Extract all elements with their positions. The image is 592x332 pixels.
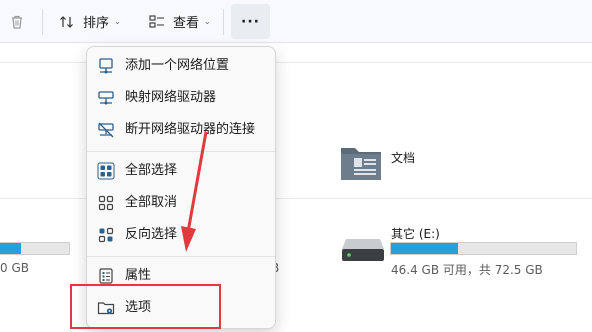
menu-item-label: 属性	[125, 268, 152, 283]
command-bar: 排序 ⌄ 查看 ⌄ ···	[0, 0, 592, 43]
documents-folder-label: 文档	[391, 151, 416, 165]
menu-item-label: 全部选择	[125, 163, 178, 178]
toolbar-divider	[223, 9, 224, 35]
documents-folder-icon	[341, 148, 381, 180]
invert-selection-icon	[98, 227, 114, 243]
menu-item-invert-selection[interactable]: 反向选择	[91, 220, 273, 250]
toolbar-divider	[42, 9, 43, 35]
drive-usage-fill	[0, 243, 22, 254]
view-list-icon	[149, 14, 164, 28]
menu-item-select-all[interactable]: 全部选择	[91, 156, 273, 186]
drive-size-text: 0 GB	[0, 261, 29, 275]
more-ellipsis-icon: ···	[241, 13, 260, 30]
drive-e-usage-bar	[390, 242, 577, 255]
menu-separator	[87, 151, 275, 152]
menu-item-select-none[interactable]: 全部取消	[91, 188, 273, 218]
menu-item-label: 断开网络驱动器的连接	[125, 122, 256, 137]
menu-item-label: 反向选择	[125, 227, 178, 242]
trash-icon	[12, 15, 22, 29]
properties-icon	[99, 268, 113, 284]
menu-separator	[87, 256, 275, 257]
disconnect-network-drive-icon	[98, 122, 114, 138]
menu-item-map-network-drive[interactable]: 映射网络驱动器	[91, 83, 273, 113]
menu-item-label: 映射网络驱动器	[125, 90, 217, 105]
view-label: 查看	[173, 16, 200, 31]
drive-e-size-text: 46.4 GB 可用，共 72.5 GB	[391, 263, 543, 277]
hard-drive-icon	[342, 239, 384, 261]
drive-usage-bar	[0, 242, 70, 255]
sort-label: 排序	[83, 16, 110, 31]
sort-button[interactable]: 排序 ⌄	[58, 0, 121, 43]
map-network-drive-icon	[98, 91, 114, 105]
menu-item-disconnect-network-drive[interactable]: 断开网络驱动器的连接	[91, 115, 273, 145]
documents-folder[interactable]: 文档	[338, 143, 448, 183]
chevron-down-icon: ⌄	[204, 17, 211, 26]
add-network-location-icon	[99, 58, 113, 74]
menu-item-label: 添加一个网络位置	[125, 58, 230, 73]
drive-e-usage-fill	[391, 243, 458, 254]
annotation-highlight-box	[70, 284, 221, 329]
menu-item-label: 全部取消	[125, 195, 178, 210]
view-button[interactable]: 查看 ⌄	[148, 0, 211, 43]
select-none-icon	[98, 195, 114, 211]
select-all-icon	[97, 162, 115, 180]
sort-icon	[60, 15, 73, 28]
see-more-button[interactable]: ···	[231, 4, 270, 39]
menu-item-add-network-location[interactable]: 添加一个网络位置	[91, 51, 273, 81]
drive-e-label: 其它 (E:)	[391, 227, 440, 241]
chevron-down-icon: ⌄	[114, 17, 121, 26]
delete-button[interactable]	[8, 0, 26, 43]
